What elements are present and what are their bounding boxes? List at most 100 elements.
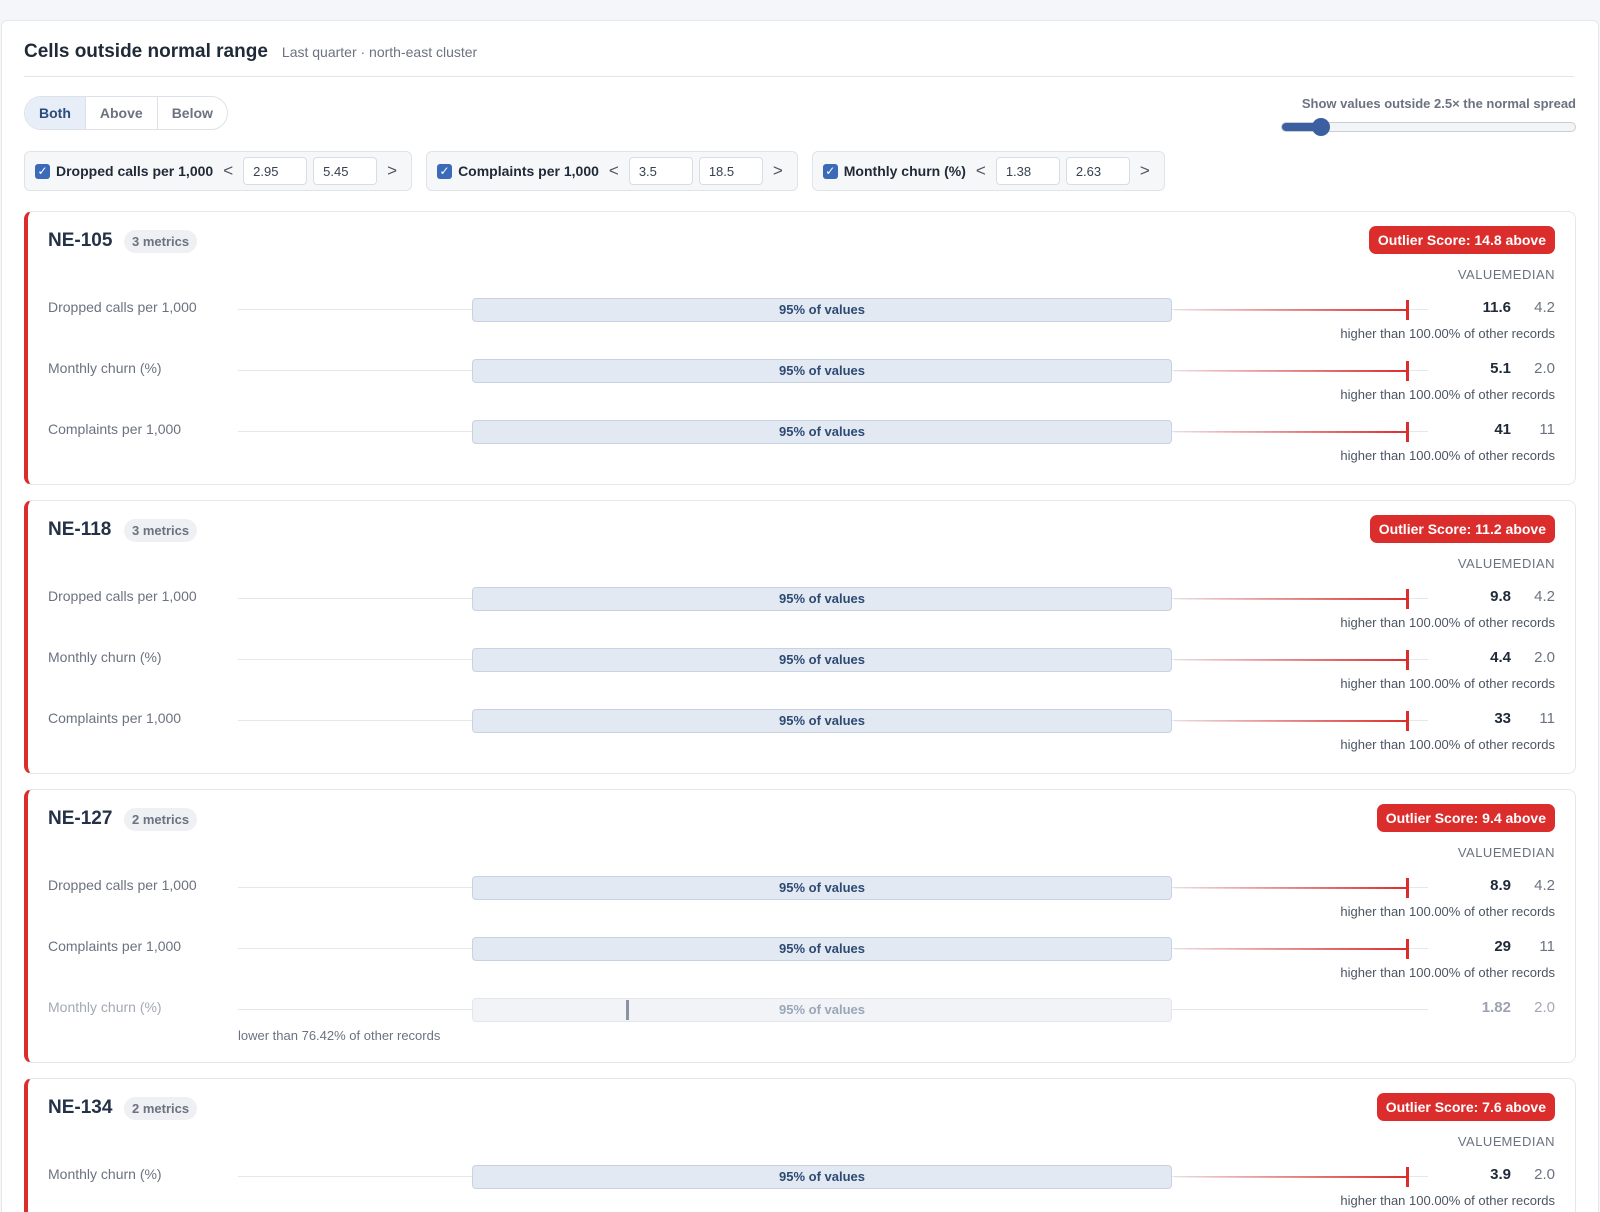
metric-label: Dropped calls per 1,000 — [48, 877, 197, 893]
percentile-note: higher than 100.00% of other records — [1340, 1193, 1555, 1208]
metric-row: Dropped calls per 1,000 95% of values 8.… — [28, 869, 1575, 929]
filter-checkbox[interactable]: ✓ — [437, 163, 453, 179]
value-marker — [626, 1000, 629, 1020]
metric-row: Monthly churn (%) 95% of values 4.4 2.0 … — [28, 641, 1575, 701]
value-column-header: VALUE — [1457, 845, 1502, 860]
metric-median: 4.2 — [1534, 588, 1555, 605]
toggle-both[interactable]: Both — [25, 97, 86, 129]
metric-value: 8.9 — [1490, 877, 1511, 894]
normal-range-band: 95% of values — [472, 998, 1172, 1022]
outlier-score-badge: Outlier Score: 14.8 above — [1368, 226, 1555, 254]
outlier-extent-line — [1174, 720, 1408, 722]
cell-name: NE-118 — [48, 519, 112, 540]
metric-value: 33 — [1494, 710, 1511, 727]
outlier-card[interactable]: NE-118 3 metrics Outlier Score: 11.2 abo… — [24, 500, 1576, 774]
percentile-note: higher than 100.00% of other records — [1340, 965, 1555, 980]
metrics-count-badge: 3 metrics — [124, 230, 198, 253]
normal-range-band: 95% of values — [472, 420, 1172, 444]
metric-value: 5.1 — [1490, 360, 1511, 377]
less-than-symbol: < — [975, 161, 986, 180]
spread-slider-label: Show values outside 2.5× the normal spre… — [1301, 96, 1576, 111]
panel-header: Cells outside normal range Last quarter … — [24, 20, 1574, 77]
direction-toggle: Both Above Below — [24, 96, 228, 130]
normal-range-band: 95% of values — [472, 709, 1172, 733]
greater-than-symbol: > — [387, 161, 398, 180]
metric-value: 9.8 — [1490, 588, 1511, 605]
metrics-count-badge: 2 metrics — [124, 808, 198, 831]
value-marker — [1406, 939, 1409, 959]
normal-range-band: 95% of values — [472, 587, 1172, 611]
metric-row: Monthly churn (%) 95% of values 3.9 2.0 … — [28, 1158, 1575, 1212]
percentile-note: higher than 100.00% of other records — [1340, 326, 1555, 341]
outlier-extent-line — [1174, 659, 1408, 661]
median-column-header: MEDIAN — [1501, 845, 1555, 860]
metric-value: 1.82 — [1481, 999, 1511, 1016]
outlier-card[interactable]: NE-105 3 metrics Outlier Score: 14.8 abo… — [24, 211, 1576, 485]
percentile-note: higher than 100.00% of other records — [1340, 387, 1555, 402]
filter-label: Monthly churn (%) — [843, 163, 966, 179]
filter-complaints: ✓ Complaints per 1,000 < > — [426, 151, 798, 191]
value-marker — [1406, 361, 1409, 381]
normal-range-band: 95% of values — [472, 876, 1172, 900]
less-than-symbol: < — [223, 161, 234, 180]
outlier-extent-line — [1174, 1176, 1408, 1178]
metric-label: Monthly churn (%) — [48, 649, 162, 665]
metric-median: 2.0 — [1534, 1166, 1555, 1183]
page-subtitle: Last quarter · north-east cluster — [281, 44, 478, 60]
filter-dropped-calls: ✓ Dropped calls per 1,000 < > — [24, 151, 413, 191]
cell-name: NE-105 — [48, 230, 113, 251]
metric-label: Dropped calls per 1,000 — [48, 588, 197, 604]
metric-label: Dropped calls per 1,000 — [48, 299, 197, 315]
filter-low-input[interactable] — [995, 157, 1060, 185]
metrics-count-badge: 3 metrics — [124, 519, 198, 542]
percentile-note: higher than 100.00% of other records — [1340, 448, 1555, 463]
filter-checkbox[interactable]: ✓ — [822, 163, 838, 179]
percentile-note: higher than 100.00% of other records — [1340, 676, 1555, 691]
metric-label: Complaints per 1,000 — [48, 710, 182, 726]
metric-row: Complaints per 1,000 95% of values 41 11… — [28, 413, 1575, 473]
metric-median: 11 — [1539, 710, 1555, 727]
toggle-above[interactable]: Above — [86, 97, 158, 129]
value-marker — [1406, 1167, 1409, 1187]
value-column-header: VALUE — [1457, 556, 1502, 571]
median-column-header: MEDIAN — [1501, 1134, 1555, 1149]
value-marker — [1406, 711, 1409, 731]
metric-median: 2.0 — [1534, 649, 1555, 666]
metric-median: 2.0 — [1534, 360, 1555, 377]
filter-low-input[interactable] — [628, 157, 693, 185]
outlier-card[interactable]: NE-127 2 metrics Outlier Score: 9.4 abov… — [24, 789, 1576, 1063]
cell-name: NE-127 — [48, 808, 113, 829]
filter-label: Dropped calls per 1,000 — [56, 163, 214, 179]
value-marker — [1406, 300, 1409, 320]
percentile-note: lower than 76.42% of other records — [238, 1028, 441, 1043]
outlier-score-badge: Outlier Score: 9.4 above — [1376, 804, 1555, 832]
outlier-extent-line — [1174, 887, 1408, 889]
filter-high-input[interactable] — [313, 157, 378, 185]
outlier-score-badge: Outlier Score: 11.2 above — [1369, 515, 1555, 543]
value-column-header: VALUE — [1457, 267, 1502, 282]
metric-label: Complaints per 1,000 — [48, 421, 182, 437]
outlier-card[interactable]: NE-134 2 metrics Outlier Score: 7.6 abov… — [24, 1078, 1576, 1212]
metric-value: 11.6 — [1482, 299, 1511, 316]
filter-checkbox[interactable]: ✓ — [35, 163, 50, 179]
spread-slider-handle[interactable] — [1312, 118, 1330, 136]
page-title: Cells outside normal range — [24, 41, 268, 62]
metric-row: Dropped calls per 1,000 95% of values 9.… — [28, 580, 1575, 640]
greater-than-symbol: > — [772, 161, 783, 180]
outlier-extent-line — [1174, 431, 1408, 433]
spread-slider[interactable] — [1281, 118, 1576, 136]
value-marker — [1406, 422, 1409, 442]
filter-high-input[interactable] — [698, 157, 763, 185]
metric-median: 11 — [1539, 421, 1555, 438]
filter-low-input[interactable] — [243, 157, 308, 185]
metric-median: 4.2 — [1534, 877, 1555, 894]
less-than-symbol: < — [608, 161, 619, 180]
greater-than-symbol: > — [1139, 161, 1150, 180]
filter-high-input[interactable] — [1065, 157, 1130, 185]
value-marker — [1406, 650, 1409, 670]
filter-monthly-churn: ✓ Monthly churn (%) < > — [811, 151, 1165, 191]
toggle-below[interactable]: Below — [158, 97, 227, 129]
metric-median: 11 — [1539, 938, 1555, 955]
metric-label: Monthly churn (%) — [48, 999, 162, 1015]
metric-value: 4.4 — [1490, 649, 1511, 666]
